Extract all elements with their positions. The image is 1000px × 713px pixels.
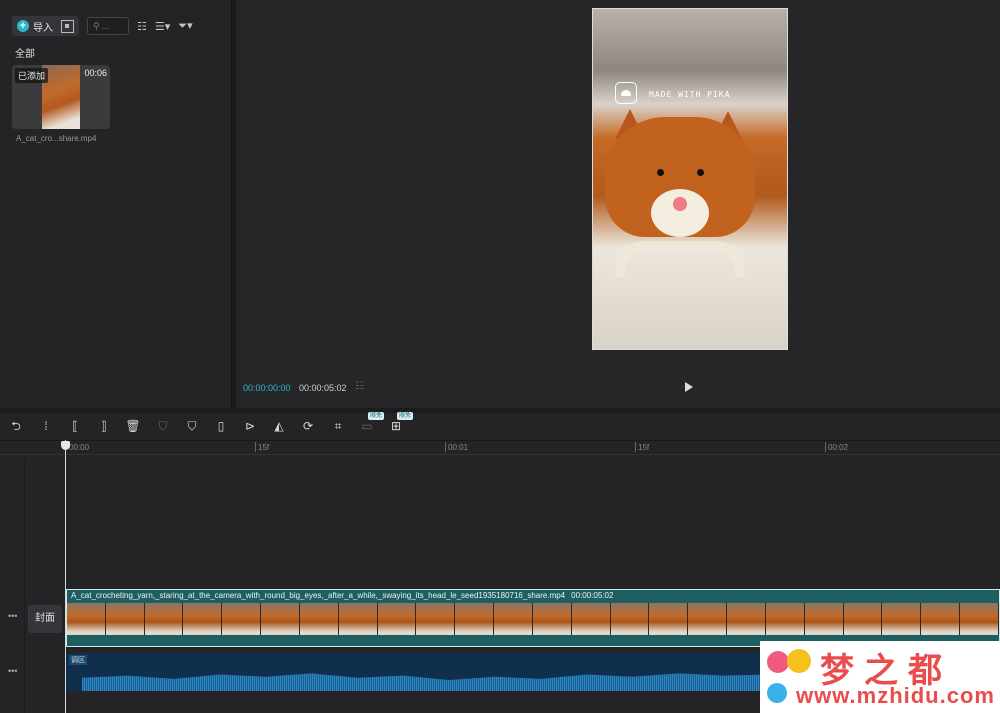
cat-eye-right (697, 169, 704, 176)
media-item-name: A_cat_cro...share.mp4 (16, 134, 97, 143)
search-icon: ⚲ (93, 20, 100, 31)
current-time: 00:00:00:00 (243, 383, 291, 393)
timeline-toolbar: ⮌ ⁞ ⟦ ⟧ 🗑 ⛉ ⛉ ▯ ⊳ ◭ ⟳ ⌗ ▭ 限免 ⊞ 限免 (0, 412, 1000, 441)
pika-watermark-text: MADE WITH PIKA (649, 90, 731, 99)
site-watermark: 梦之都 www.mzhidu.com (760, 641, 1000, 713)
mirror-icon[interactable]: ◭ (271, 418, 287, 434)
ruler-tick (825, 442, 826, 452)
ruler-tick (255, 442, 256, 452)
ruler-tick (635, 442, 636, 452)
total-time: 00:00:05:02 (299, 383, 347, 393)
import-label: 导入 (33, 22, 53, 34)
split-icon[interactable]: ⁞ (38, 418, 54, 434)
playhead[interactable] (65, 440, 66, 713)
cover-button[interactable]: 封面 (28, 605, 62, 633)
added-badge: 已添加 (15, 68, 49, 83)
shield-icon[interactable]: ⛉ (184, 418, 200, 434)
media-item-thumbnail[interactable]: 已添加 00:06 (12, 65, 110, 129)
rotate-icon[interactable]: ⟳ (300, 418, 316, 434)
section-all-label: 全部 (15, 49, 35, 60)
clip-frame (765, 603, 805, 635)
clip-title: A_cat_crocheting_yarn,_staring_at_the_ca… (71, 591, 613, 600)
clip-frame (727, 603, 766, 635)
ruler-label: 00:00 (69, 443, 90, 452)
ai-expand-icon[interactable]: ⊞ (388, 418, 404, 434)
watermark-logo-icon (787, 649, 811, 673)
trim-left-icon[interactable]: ⟦ (67, 418, 83, 434)
clip-frame (105, 603, 145, 635)
sort-icon[interactable]: ☰▾ (155, 20, 170, 33)
filter-icon[interactable]: ⏷▾ (178, 19, 192, 33)
video-clip[interactable]: A_cat_crocheting_yarn,_staring_at_the_ca… (66, 589, 1000, 647)
clip-frame (299, 603, 339, 635)
media-toolbar: + 导入 ⚲ ... ☷ ☰▾ ⏷▾ (12, 15, 221, 37)
clip-frame (455, 603, 495, 635)
qr-icon[interactable] (61, 19, 74, 33)
watermark-logo-icon (767, 651, 789, 673)
media-panel: + 导入 ⚲ ... ☷ ☰▾ ⏷▾ 全部 已添加 00:06 A_cat_cr… (0, 0, 232, 408)
clip-frame (882, 603, 922, 635)
clip-frame (688, 603, 728, 635)
undo-icon[interactable]: ⮌ (8, 418, 24, 434)
clip-frame (67, 603, 106, 635)
ruler-label: 15f (258, 443, 270, 452)
media-duration: 00:06 (84, 68, 107, 78)
play-icon[interactable] (685, 382, 693, 392)
clip-frame (921, 603, 961, 635)
crop-icon[interactable]: ⌗ (330, 418, 346, 434)
play-circle-icon[interactable]: ⊳ (242, 418, 258, 434)
clip-frame (843, 603, 883, 635)
ruler-label: 00:01 (448, 443, 469, 452)
clip-frame (610, 603, 650, 635)
clip-frame (416, 603, 456, 635)
search-input[interactable]: ⚲ ... (87, 17, 129, 35)
watermark-logo-icon (767, 683, 787, 703)
track-more-icon[interactable]: ••• (8, 611, 17, 621)
cat-arms (615, 241, 745, 277)
ai-caption-icon[interactable]: ▭ (359, 418, 375, 434)
delete-icon[interactable]: 🗑 (125, 418, 141, 434)
clip-frame (494, 603, 533, 635)
ruler-label: 00:02 (828, 443, 849, 452)
time-ruler[interactable]: 00:00 15f 00:01 15f 00:02 (0, 440, 1000, 455)
clip-frame (804, 603, 844, 635)
player-panel: MADE WITH PIKA (236, 0, 1000, 408)
clip-frame (960, 603, 999, 635)
ruler-tick (445, 442, 446, 452)
watermark-url: www.mzhidu.com (796, 683, 995, 708)
clip-frame (649, 603, 689, 635)
clip-name: A_cat_crocheting_yarn,_staring_at_the_ca… (71, 591, 566, 600)
clip-frame (261, 603, 300, 635)
import-button[interactable]: + 导入 (12, 16, 79, 36)
free-tag-1: 限免 (368, 412, 385, 420)
clip-duration: 00:00:05:02 (571, 591, 614, 600)
video-preview[interactable]: MADE WITH PIKA (592, 8, 788, 350)
clip-frames (67, 603, 999, 635)
clip-frame (338, 603, 378, 635)
clip-frame (532, 603, 572, 635)
ruler-label: 15f (638, 443, 650, 452)
playhead-handle[interactable] (61, 441, 70, 450)
clip-frame (144, 603, 184, 635)
free-tag-2: 限免 (397, 412, 414, 420)
search-placeholder: ... (101, 21, 110, 31)
clip-frame (222, 603, 262, 635)
audio-label: 调区 (69, 655, 87, 665)
pika-logo-icon (615, 82, 637, 104)
freeze-frame-icon[interactable]: ▯ (213, 418, 229, 434)
cat-eye-left (657, 169, 664, 176)
shield-disabled-icon: ⛉ (158, 419, 168, 433)
cat-nose (673, 197, 687, 211)
track-sidebar-divider (24, 459, 25, 713)
clip-frame (377, 603, 417, 635)
clip-frame (571, 603, 611, 635)
audio-track-more-icon[interactable]: ••• (8, 666, 17, 676)
view-grid-icon[interactable]: ☷ (137, 20, 147, 33)
clip-frame (183, 603, 223, 635)
plus-icon: + (17, 20, 29, 32)
grid-icon[interactable]: ☷ (355, 381, 364, 392)
trim-right-icon[interactable]: ⟧ (96, 418, 112, 434)
